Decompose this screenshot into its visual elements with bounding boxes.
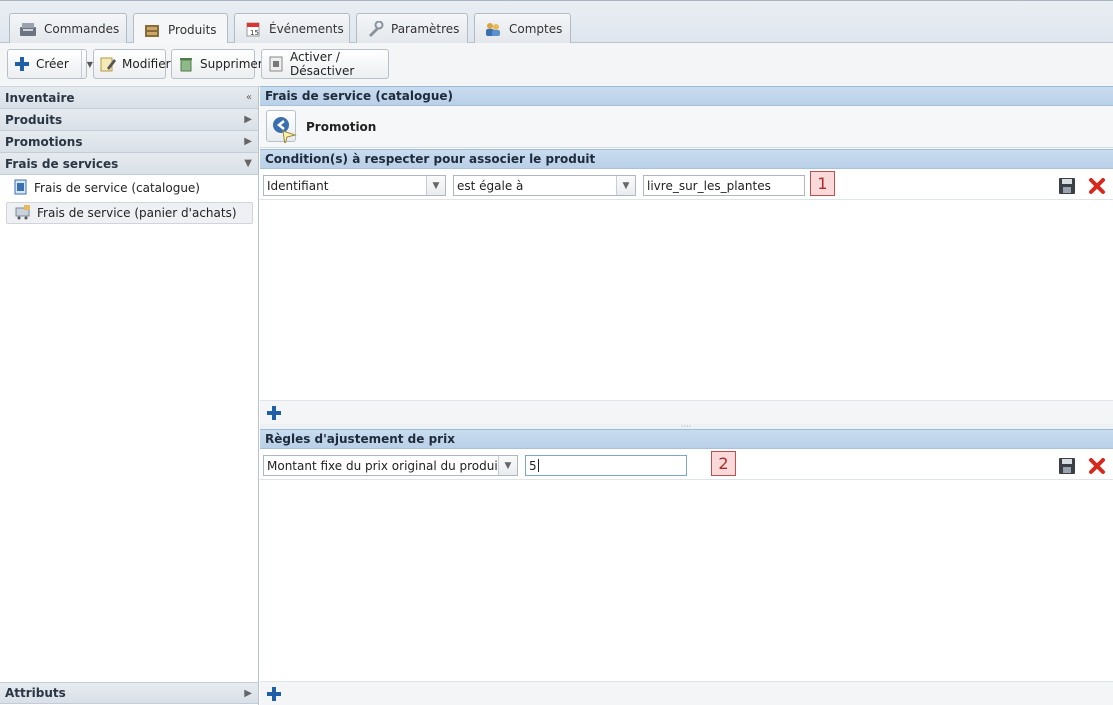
calendar-icon: 15 bbox=[244, 21, 262, 37]
section-header-frais-catalogue: Frais de service (catalogue) bbox=[260, 86, 1113, 106]
sidebar-header-label: Frais de services bbox=[5, 156, 119, 171]
rule-row: Montant fixe du prix original du produit… bbox=[260, 451, 1113, 480]
users-icon bbox=[484, 21, 502, 37]
tab-evenements[interactable]: 15 Événements bbox=[234, 13, 350, 44]
condition-value-text: livre_sur_les_plantes bbox=[647, 178, 771, 193]
expand-arrow-icon: ▶ bbox=[244, 114, 252, 125]
promotion-row: Promotion bbox=[260, 106, 1113, 148]
sidebar-header-attributs[interactable]: Attributs ▶ bbox=[0, 682, 258, 704]
tab-produits[interactable]: Produits bbox=[133, 13, 228, 45]
delete-icon[interactable] bbox=[1088, 457, 1106, 475]
section-title: Frais de service (catalogue) bbox=[265, 89, 453, 103]
create-button-label: Créer bbox=[36, 57, 69, 71]
chevron-down-icon[interactable]: ▼ bbox=[616, 176, 635, 195]
save-icon[interactable] bbox=[1059, 178, 1075, 194]
toolbar: Créer ▼ Modifier Supprimer Activer / Dés… bbox=[0, 43, 1113, 87]
sidebar-item-label: Frais de service (panier d'achats) bbox=[37, 206, 237, 220]
tab-parametres[interactable]: Paramètres bbox=[356, 13, 468, 44]
edit-button-label: Modifier bbox=[122, 57, 171, 71]
back-arrow-icon bbox=[273, 117, 297, 146]
sidebar-item-frais-panier[interactable]: Frais de service (panier d'achats) bbox=[6, 202, 253, 224]
sidebar-header-label: Inventaire bbox=[5, 90, 75, 105]
sidebar-item-label: Frais de service (catalogue) bbox=[34, 181, 200, 195]
box-icon bbox=[143, 22, 161, 38]
delete-button-label: Supprimer bbox=[200, 57, 263, 71]
collapse-arrow-icon: ▼ bbox=[244, 158, 252, 169]
add-rule-icon[interactable] bbox=[266, 686, 282, 702]
left-navigation-panel: Inventaire « Produits ▶ Promotions ▶ Fra… bbox=[0, 87, 259, 705]
delete-icon[interactable] bbox=[1088, 177, 1106, 195]
register-icon bbox=[19, 21, 37, 37]
main-tab-bar: Commandes Produits 15 Événements Paramèt… bbox=[0, 0, 1113, 45]
text-cursor bbox=[537, 459, 539, 472]
expand-arrow-icon: ▶ bbox=[244, 136, 252, 147]
chevron-down-icon[interactable]: ▼ bbox=[426, 176, 445, 195]
marker-badge-1: 1 bbox=[810, 171, 835, 196]
sidebar-header-promotions[interactable]: Promotions ▶ bbox=[0, 131, 258, 153]
section-header-rules: Règles d'ajustement de prix bbox=[260, 429, 1113, 449]
toggle-active-button[interactable]: Activer / Désactiver bbox=[261, 49, 389, 79]
sidebar-header-label: Promotions bbox=[5, 134, 83, 149]
tab-comptes[interactable]: Comptes bbox=[474, 13, 571, 44]
tab-label: Produits bbox=[168, 22, 217, 37]
svg-text:15: 15 bbox=[250, 29, 259, 37]
marker-number: 1 bbox=[817, 174, 828, 193]
wrench-icon bbox=[366, 20, 384, 37]
edit-button[interactable]: Modifier bbox=[93, 49, 171, 79]
trash-icon bbox=[178, 56, 194, 72]
sidebar-header-inventaire[interactable]: Inventaire « bbox=[0, 87, 258, 109]
toggle-icon bbox=[268, 56, 284, 72]
sidebar-header-label: Produits bbox=[5, 112, 63, 127]
marker-badge-2: 2 bbox=[711, 451, 736, 476]
condition-field-select[interactable]: Identifiant ▼ bbox=[263, 175, 446, 196]
condition-row: Identifiant ▼ est égale à ▼ livre_sur_le… bbox=[260, 171, 1113, 200]
save-icon[interactable] bbox=[1059, 458, 1075, 474]
tab-label: Comptes bbox=[509, 22, 563, 36]
back-button[interactable] bbox=[266, 110, 297, 146]
marker-number: 2 bbox=[718, 454, 729, 473]
tab-label: Événements bbox=[269, 22, 344, 36]
rules-footer bbox=[260, 681, 1113, 705]
cart-icon bbox=[15, 204, 31, 223]
expand-arrow-icon: ▶ bbox=[244, 688, 252, 699]
rule-type-value: Montant fixe du prix original du produit bbox=[267, 458, 503, 473]
collapse-panel-icon[interactable]: « bbox=[246, 92, 252, 103]
catalog-icon bbox=[14, 179, 28, 198]
conditions-footer bbox=[260, 400, 1113, 424]
sidebar-header-produits[interactable]: Produits ▶ bbox=[0, 109, 258, 131]
sidebar-header-label: Attributs bbox=[5, 686, 66, 700]
condition-operator-select[interactable]: est égale à ▼ bbox=[453, 175, 636, 196]
create-button[interactable]: Créer ▼ bbox=[7, 49, 93, 79]
section-header-conditions: Condition(s) à respecter pour associer l… bbox=[260, 149, 1113, 169]
tab-label: Commandes bbox=[44, 22, 120, 36]
add-condition-icon[interactable] bbox=[266, 405, 282, 421]
condition-value-input[interactable]: livre_sur_les_plantes bbox=[643, 175, 805, 196]
rules-title: Règles d'ajustement de prix bbox=[265, 432, 455, 446]
condition-operator-value: est égale à bbox=[457, 178, 524, 193]
promotion-label: Promotion bbox=[306, 120, 377, 134]
delete-button[interactable]: Supprimer bbox=[171, 49, 263, 79]
rule-type-select[interactable]: Montant fixe du prix original du produit… bbox=[263, 455, 518, 476]
tab-label: Paramètres bbox=[391, 22, 460, 36]
sidebar-item-frais-catalogue[interactable]: Frais de service (catalogue) bbox=[6, 177, 253, 199]
rule-value-input[interactable]: 5 bbox=[525, 455, 687, 476]
sidebar-header-frais-de-services[interactable]: Frais de services ▼ bbox=[0, 153, 258, 175]
plus-icon bbox=[14, 56, 30, 72]
condition-field-value: Identifiant bbox=[267, 178, 329, 193]
tab-commandes[interactable]: Commandes bbox=[9, 13, 127, 44]
conditions-title: Condition(s) à respecter pour associer l… bbox=[265, 152, 596, 166]
chevron-down-icon[interactable]: ▼ bbox=[80, 50, 93, 78]
pencil-icon bbox=[100, 56, 116, 72]
chevron-down-icon[interactable]: ▼ bbox=[498, 456, 517, 475]
rule-value-text: 5 bbox=[529, 458, 537, 473]
toggle-active-label: Activer / Désactiver bbox=[290, 50, 355, 78]
